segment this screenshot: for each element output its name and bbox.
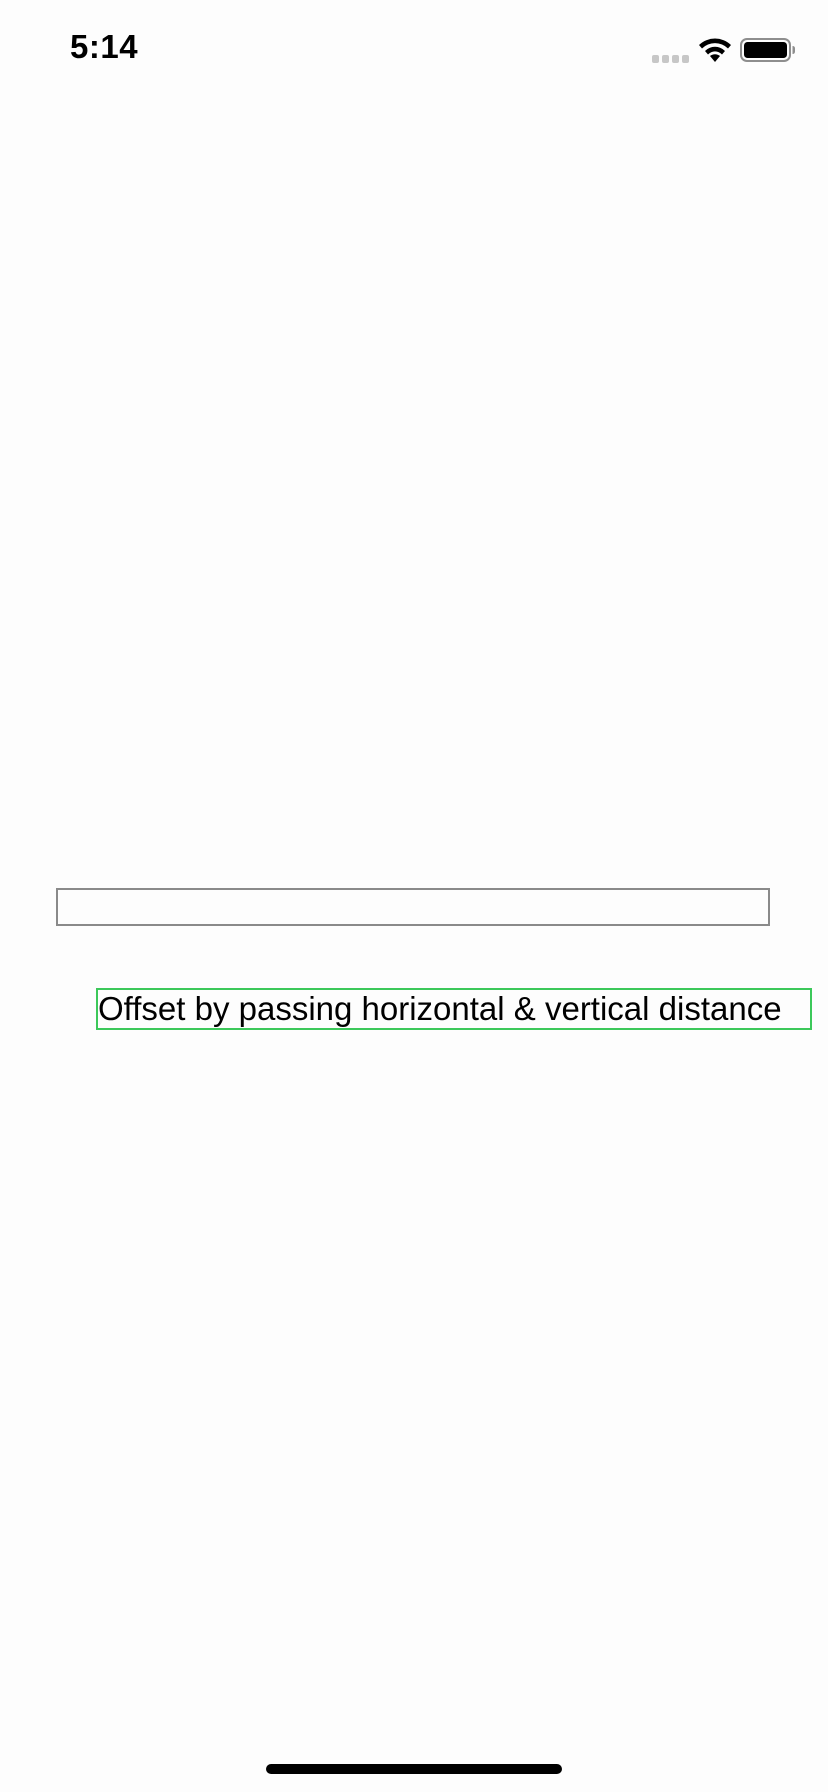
battery-icon	[740, 36, 796, 64]
status-bar: 5:14	[0, 0, 828, 100]
offset-text-label: Offset by passing horizontal & vertical …	[96, 988, 812, 1030]
wifi-icon	[698, 36, 732, 64]
cellular-signal-icon	[652, 52, 690, 64]
outlined-box	[56, 888, 770, 926]
status-time: 5:14	[70, 28, 139, 65]
home-indicator[interactable]	[266, 1764, 562, 1774]
